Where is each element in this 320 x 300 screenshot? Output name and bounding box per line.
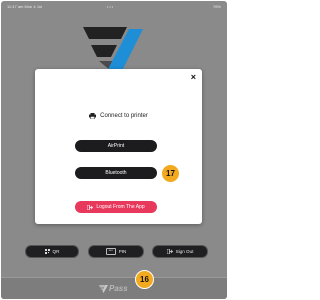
- airprint-label: AirPrint: [107, 143, 125, 149]
- status-battery: 76%: [212, 4, 221, 9]
- bluetooth-button[interactable]: Bluetooth: [75, 167, 157, 179]
- step-badge-17: 17: [161, 164, 180, 183]
- pin-icon: ***: [105, 248, 116, 255]
- printer-dialog: × Connect to printer AirPrint Bluetooth …: [35, 69, 202, 224]
- pass-logo-icon: [99, 284, 108, 293]
- pin-label: PIN: [118, 249, 127, 254]
- status-dots: •••: [107, 4, 115, 9]
- qr-label: QR: [52, 249, 60, 254]
- pin-button[interactable]: *** PIN: [88, 245, 144, 258]
- footer-brand: Pass: [109, 284, 128, 293]
- dialog-title-text: Connect to printer: [100, 113, 148, 119]
- close-icon[interactable]: ×: [191, 73, 196, 82]
- footer-logo: Pass: [99, 284, 128, 293]
- status-time: 11:47 am Mon 4 Jul: [7, 4, 42, 9]
- app-screen: 11:47 am Mon 4 Jul ••• 76% QR *** PIN Si…: [1, 1, 227, 299]
- action-row: QR *** PIN Sign Out: [1, 245, 227, 258]
- sign-out-icon: [166, 249, 173, 254]
- logout-icon: [87, 204, 94, 210]
- printer-icon: [89, 113, 97, 119]
- sign-out-label: Sign Out: [175, 249, 194, 254]
- qr-button[interactable]: QR: [25, 245, 79, 258]
- sign-out-button[interactable]: Sign Out: [152, 245, 208, 258]
- step-badge-16: 16: [135, 270, 154, 289]
- qr-icon: [44, 249, 50, 254]
- airprint-button[interactable]: AirPrint: [75, 140, 157, 152]
- footer-bar: Pass: [1, 277, 227, 299]
- dialog-title: Connect to printer: [35, 113, 202, 119]
- logout-button[interactable]: Logout From The App: [75, 201, 157, 213]
- bluetooth-label: Bluetooth: [105, 170, 127, 176]
- status-bar: 11:47 am Mon 4 Jul ••• 76%: [1, 1, 227, 13]
- logout-label: Logout From The App: [96, 204, 145, 210]
